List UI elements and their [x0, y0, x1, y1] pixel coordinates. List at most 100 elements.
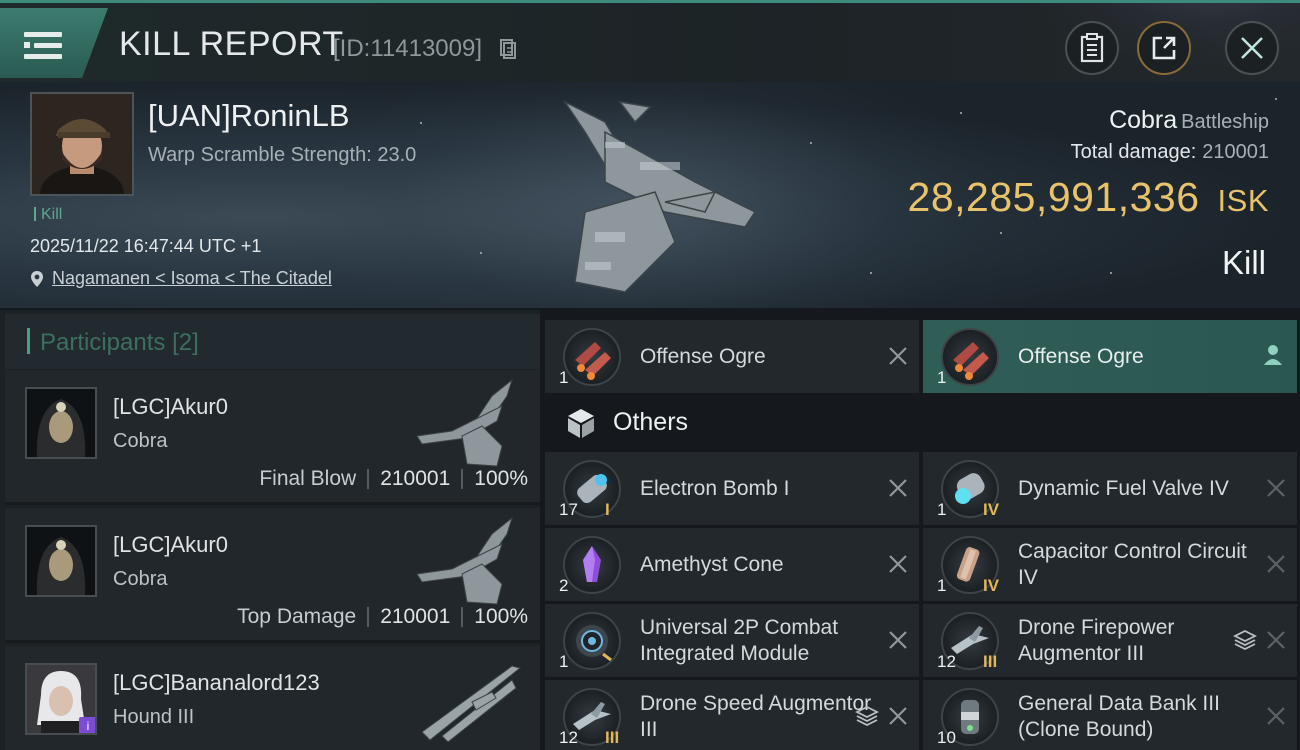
top-bar: KILL REPORT [ID:11413009] [0, 0, 1300, 85]
participant-ship-image [421, 665, 522, 743]
item-tier: IV [983, 500, 1000, 519]
kill-datetime: 2025/11/22 16:47:44 UTC +1 [30, 236, 262, 256]
victim-avatar[interactable] [30, 92, 134, 196]
close-icon[interactable] [1265, 705, 1287, 727]
item-name: Offense Ogre [640, 344, 766, 368]
victim-ship-image [562, 100, 757, 293]
ogre-drone-icon [941, 328, 999, 386]
close-icon[interactable] [1265, 477, 1287, 499]
item-quantity: 12 [937, 652, 956, 671]
item-name: Dynamic Fuel Valve IV [1018, 476, 1229, 500]
item-amethyst-cone[interactable]: 2 Amethyst Cone [545, 528, 919, 601]
location-pin-icon [31, 270, 43, 287]
close-icon[interactable] [1265, 629, 1287, 651]
cube-icon [568, 409, 594, 438]
share-button[interactable] [1137, 21, 1191, 75]
participant-ship: Cobra [113, 430, 168, 452]
item-name: General Data Bank III (Clone Bound) [1018, 691, 1220, 741]
item-quantity: 12 [559, 728, 578, 747]
close-icon[interactable] [887, 705, 909, 727]
close-icon[interactable] [887, 477, 909, 499]
close-icon[interactable] [887, 345, 909, 367]
copy-icon[interactable] [500, 39, 516, 59]
participant-stats: Final Blow 210001 100% [259, 467, 528, 490]
participants-header[interactable]: Participants [2] [5, 314, 540, 369]
item-drone-speed-augmentor[interactable]: 12 III Drone Speed Augmentor III [545, 680, 919, 750]
item-tier: III [983, 652, 998, 671]
item-quantity: 10 [937, 728, 956, 747]
others-section-header: Others [545, 395, 919, 450]
item-name: Drone Firepower Augmentor III [1018, 615, 1175, 665]
item-general-data-bank[interactable]: 10 General Data Bank III (Clone Bound) [923, 680, 1297, 750]
item-offense-left[interactable]: 1 Offense Ogre [545, 320, 919, 393]
item-tier: I [605, 500, 610, 519]
item-electron-bomb[interactable]: 17 I Electron Bomb I [545, 452, 919, 525]
victim-banner: [UAN]RoninLB Warp Scramble Strength: 23.… [0, 82, 1300, 308]
module-icon [563, 612, 621, 670]
isk-value: 28,285,991,336 ISK [907, 174, 1269, 220]
layers-icon[interactable] [855, 704, 879, 728]
participant-avatar [25, 525, 97, 597]
close-icon[interactable] [887, 553, 909, 575]
participants-panel: Participants [2] [LGC]Akur0 Cobra Final … [0, 310, 540, 750]
close-icon[interactable] [887, 629, 909, 651]
item-quantity: 1 [937, 368, 947, 387]
hamburger-icon [24, 30, 62, 62]
participant-card[interactable]: [LGC]Akur0 Cobra Final Blow 210001 100% [5, 370, 540, 505]
participant-ship: Cobra [113, 568, 168, 590]
item-quantity: 1 [559, 368, 569, 387]
ogre-drone-icon [563, 328, 621, 386]
clipboard-icon [1080, 33, 1104, 63]
item-name: Amethyst Cone [640, 552, 784, 576]
item-drone-firepower-augmentor[interactable]: 12 III Drone Firepower Augmentor III [923, 604, 1297, 677]
kill-location[interactable]: Nagamanen < Isoma < The Citadel [30, 268, 332, 289]
item-name: Capacitor Control Circuit IV [1018, 539, 1247, 589]
item-quantity: 1 [937, 500, 947, 519]
participant-card[interactable]: i [LGC]Bananalord123 Hound III [5, 646, 540, 750]
participant-ship-image [416, 516, 513, 605]
item-offense-right[interactable]: 1 Offense Ogre [923, 320, 1297, 393]
close-icon[interactable] [1265, 553, 1287, 575]
result-label: Kill [1221, 244, 1266, 281]
item-quantity: 1 [937, 576, 947, 595]
layers-icon[interactable] [1233, 628, 1257, 652]
share-icon [1152, 36, 1176, 60]
participant-name: [LGC]Bananalord123 [113, 670, 320, 695]
close-button[interactable] [1225, 21, 1279, 75]
others-label: Others [613, 408, 689, 436]
victim-ship-name: Cobra Battleship [1109, 106, 1269, 134]
menu-button[interactable] [0, 8, 108, 78]
victim-name[interactable]: [UAN]RoninLB [148, 98, 350, 134]
participant-ship: Hound III [113, 706, 195, 728]
participant-name: [LGC]Akur0 [113, 394, 228, 419]
info-badge-icon: i [79, 717, 95, 733]
participant-card[interactable]: [LGC]Akur0 Cobra Top Damage 210001 100% [5, 508, 540, 643]
page-title: KILL REPORT [119, 25, 344, 63]
item-name: Offense Ogre [1018, 344, 1144, 368]
item-name: Universal 2P Combat Integrated Module [640, 615, 839, 665]
item-dynamic-fuel-valve[interactable]: 1 IV Dynamic Fuel Valve IV [923, 452, 1297, 525]
person-icon[interactable] [1263, 344, 1283, 366]
close-icon [1241, 37, 1263, 59]
item-quantity: 17 [559, 500, 578, 519]
item-universal-combat-module[interactable]: 1 Universal 2P Combat Integrated Module [545, 604, 919, 677]
item-quantity: 2 [559, 576, 569, 595]
total-damage: Total damage: 210001 [1070, 141, 1269, 163]
clipboard-button[interactable] [1065, 21, 1119, 75]
participants-title: Participants [2] [40, 329, 199, 356]
participant-ship-image [416, 378, 513, 467]
item-name: Drone Speed Augmentor III [640, 691, 872, 741]
participant-name: [LGC]Akur0 [113, 532, 228, 557]
item-name: Electron Bomb I [640, 476, 790, 500]
crystal-icon [563, 536, 621, 594]
item-tier: IV [983, 576, 1000, 595]
participant-avatar [25, 387, 97, 459]
participant-stats: Top Damage 210001 100% [237, 605, 528, 628]
item-quantity: 1 [559, 652, 569, 671]
kill-tag: Kill [34, 206, 62, 224]
item-capacitor-control-circuit[interactable]: 1 IV Capacitor Control Circuit IV [923, 528, 1297, 601]
location-link[interactable]: Nagamanen < Isoma < The Citadel [52, 268, 332, 289]
item-tier: III [605, 728, 620, 747]
warp-scramble-strength: Warp Scramble Strength: 23.0 [148, 144, 417, 166]
report-id: [ID:11413009] [333, 35, 483, 62]
